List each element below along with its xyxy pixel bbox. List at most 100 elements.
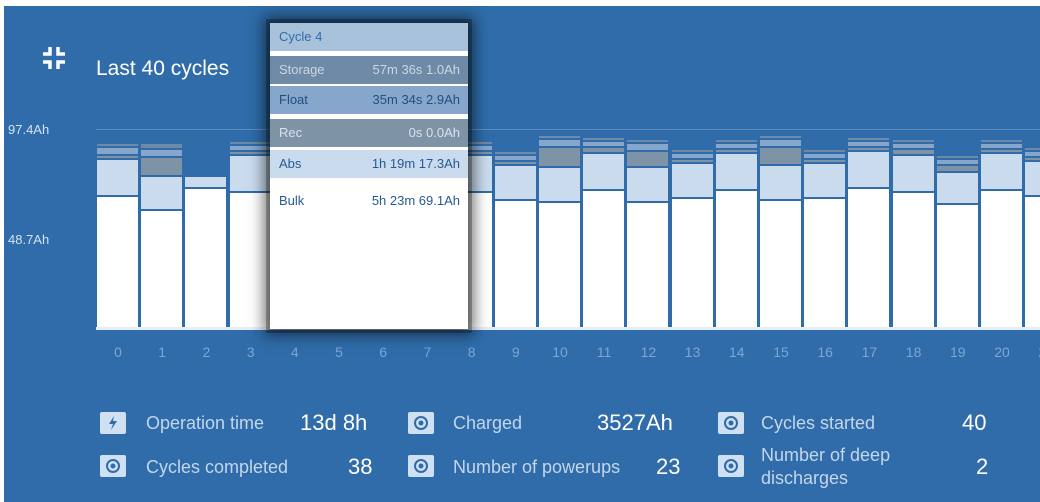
bar-segment-float — [539, 140, 580, 147]
x-tick-label: 18 — [905, 344, 922, 360]
target-icon — [718, 412, 744, 434]
bar-segment-storage — [494, 152, 536, 155]
bar-segment-abs — [141, 176, 183, 210]
x-tick-label: 14 — [729, 344, 745, 360]
bar-segment-float — [981, 144, 1022, 149]
bar-segment-abs — [1025, 162, 1040, 195]
x-tick-label: 21 — [1025, 344, 1040, 360]
tooltip-abs-value: 1h 19m 17.3Ah — [371, 156, 460, 171]
bar-segment-abs — [804, 164, 846, 197]
bar-segment-abs — [494, 166, 536, 199]
stat-cycles-started-value: 40 — [962, 410, 987, 435]
x-tick-label: 16 — [817, 344, 833, 360]
bar-segment-abs — [583, 154, 625, 189]
bar-segment-bulk — [185, 188, 227, 327]
cycles-panel: Last 40 cycles 97.4Ah 48.7Ah 01234567891… — [4, 6, 1040, 502]
tooltip-row-storage: Storage 57m 36s 1.0Ah — [270, 56, 468, 84]
bar-cycle-13[interactable] — [671, 150, 713, 327]
bar-cycle-20[interactable] — [981, 140, 1022, 327]
tooltip-float-label: Float — [279, 92, 308, 107]
tooltip-row-float: Float 35m 34s 2.9Ah — [270, 86, 468, 114]
bar-segment-float — [494, 156, 536, 161]
target-icon — [408, 412, 434, 434]
bar-cycle-17[interactable] — [848, 138, 890, 327]
tooltip-cycle-label: Cycle 4 — [279, 29, 323, 44]
x-tick-label: 2 — [202, 344, 211, 360]
bar-segment-rec — [981, 150, 1022, 153]
bar-segment-abs — [715, 154, 757, 189]
bar-segment-rec — [627, 152, 669, 167]
bar-cycle-1[interactable] — [141, 144, 183, 327]
stat-cycles-completed-label: Cycles completed — [146, 457, 289, 477]
bar-segment-rec — [760, 148, 801, 165]
bar-segment-float — [1025, 152, 1040, 157]
tooltip-storage-label: Storage — [279, 62, 325, 77]
bar-segment-storage — [229, 142, 271, 145]
bar-segment-float — [892, 144, 934, 149]
bar-segment-bulk — [892, 192, 934, 327]
tooltip-storage-value: 57m 36s 1.0Ah — [372, 62, 460, 77]
x-tick-label: 20 — [994, 344, 1010, 360]
tooltip-cycle-title: Cycle 4 — [270, 23, 468, 51]
bar-segment-float — [715, 144, 757, 149]
bar-cycle-12[interactable] — [627, 140, 669, 327]
tooltip-rec-label: Rec — [279, 125, 303, 140]
bar-segment-float — [804, 154, 846, 159]
bar-segment-float — [936, 160, 978, 165]
bar-segment-bulk — [760, 200, 801, 327]
bar-cycle-3[interactable] — [229, 142, 271, 327]
bar-segment-rec — [141, 158, 183, 175]
bar-cycle-19[interactable] — [936, 156, 978, 327]
bar-cycle-21[interactable] — [1025, 148, 1040, 327]
stat-deep-discharges-label: Number of deep discharges — [761, 445, 891, 488]
bar-segment-storage — [583, 138, 625, 141]
x-tick-label: 1 — [158, 344, 167, 360]
tooltip-row-bulk: Bulk 5h 23m 69.1Ah — [270, 187, 468, 215]
bar-cycle-11[interactable] — [583, 138, 625, 327]
target-icon — [100, 455, 126, 477]
bar-segment-rec — [229, 152, 271, 155]
bar-segment-bulk — [97, 196, 138, 327]
bolt-icon — [100, 412, 126, 434]
bar-segment-abs — [981, 154, 1022, 189]
bar-cycle-18[interactable] — [892, 140, 934, 327]
bar-segment-float — [760, 140, 801, 147]
bar-segment-bulk — [671, 198, 713, 327]
tooltip-bulk-value: 5h 23m 69.1Ah — [371, 193, 460, 208]
bar-cycle-14[interactable] — [715, 140, 757, 327]
x-tick-label: 0 — [114, 344, 122, 360]
bar-cycle-15[interactable] — [760, 136, 801, 327]
x-tick-label: 5 — [335, 344, 343, 360]
x-tick-label: 13 — [684, 344, 701, 360]
bar-segment-rec — [583, 148, 625, 153]
bar-segment-storage — [671, 150, 713, 153]
bar-segment-bulk — [936, 205, 978, 327]
bar-segment-bulk — [141, 211, 183, 327]
x-tick-label: 6 — [379, 344, 388, 360]
bar-cycle-2[interactable] — [185, 171, 227, 327]
bar-segment-abs — [627, 168, 669, 201]
bar-segment-float — [583, 142, 625, 147]
bar-cycle-0[interactable] — [97, 144, 138, 327]
x-tick-label: 15 — [773, 344, 789, 360]
bar-cycle-9[interactable] — [494, 152, 536, 327]
bar-segment-abs — [671, 164, 713, 197]
bar-segment-rec — [804, 160, 846, 163]
bar-segment-abs — [848, 152, 890, 187]
bar-segment-rec — [848, 148, 890, 151]
bar-segment-storage — [981, 140, 1022, 143]
bar-segment-abs — [539, 168, 580, 201]
x-tick-label: 8 — [467, 344, 476, 360]
tooltip-row-abs: Abs 1h 19m 17.3Ah — [270, 150, 468, 178]
bar-cycle-16[interactable] — [804, 150, 846, 327]
cycles-bar-chart — [4, 6, 1040, 351]
bar-segment-float — [671, 154, 713, 159]
x-tick-label: 7 — [423, 344, 432, 360]
x-axis-baseline — [96, 327, 1040, 330]
bar-segment-rec — [539, 148, 580, 167]
stat-deep-discharges-value: 2 — [976, 454, 989, 479]
target-icon — [408, 455, 434, 477]
bar-cycle-10[interactable] — [539, 136, 580, 327]
stat-cycles-completed-value: 38 — [348, 454, 373, 479]
bar-segment-rec — [494, 162, 536, 165]
